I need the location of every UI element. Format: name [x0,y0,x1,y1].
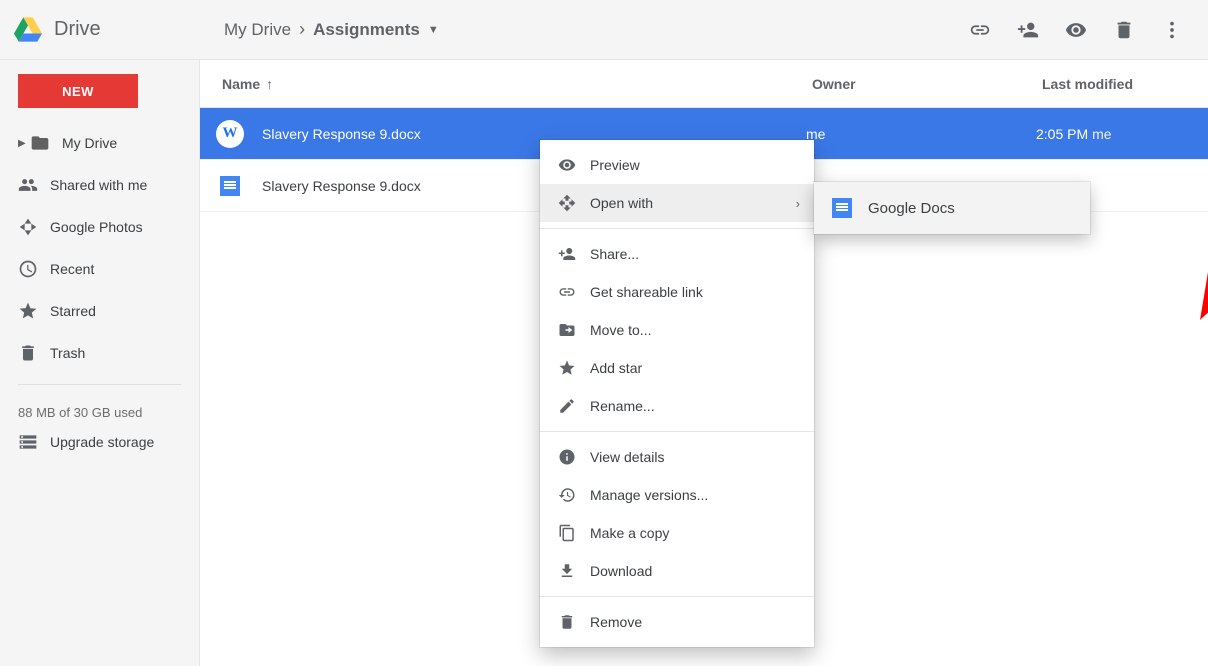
link-icon [558,283,590,301]
ctx-label: Download [590,563,652,579]
ctx-add-star[interactable]: Add star [540,349,814,387]
column-owner[interactable]: Owner [812,76,1042,92]
breadcrumb-dropdown-icon[interactable]: ▼ [428,24,439,36]
ctx-label: Manage versions... [590,487,708,503]
expand-icon[interactable]: ▶ [18,138,28,149]
open-with-submenu: Google Docs [814,182,1090,234]
sidebar-item-label: Shared with me [50,177,147,193]
column-modified[interactable]: Last modified [1042,76,1208,92]
ctx-view-details[interactable]: View details [540,438,814,476]
sidebar-item-shared[interactable]: Shared with me [0,164,199,206]
ctx-label: Make a copy [590,525,669,541]
sidebar-item-label: Google Photos [50,219,143,235]
docs-icon [212,168,248,204]
annotation-arrow [1180,260,1208,540]
ctx-label: Add star [590,360,642,376]
sidebar-item-label: My Drive [62,135,117,151]
sidebar: NEW ▶ My Drive Shared with me Google Pho… [0,60,200,666]
download-icon [558,562,590,580]
chevron-right-icon: › [299,19,305,40]
ctx-remove[interactable]: Remove [540,603,814,641]
star-icon [558,359,590,377]
drive-logo-icon [14,17,42,43]
ctx-label: Move to... [590,322,651,338]
logo-area[interactable]: Drive [14,17,200,43]
sidebar-item-label: Recent [50,261,94,277]
sidebar-item-recent[interactable]: Recent [0,248,199,290]
topbar-actions [958,8,1194,52]
eye-icon [558,156,590,174]
sidebar-item-trash[interactable]: Trash [0,332,199,374]
more-button[interactable] [1150,8,1194,52]
docs-icon [832,198,868,218]
file-owner: me [806,126,1036,142]
ctx-label: Rename... [590,398,655,414]
topbar: Drive My Drive › Assignments ▼ [0,0,1208,60]
ctx-label: View details [590,449,664,465]
ctx-label: Preview [590,157,640,173]
sidebar-item-starred[interactable]: Starred [0,290,199,332]
history-icon [558,486,590,504]
trash-icon [18,343,50,363]
ctx-make-copy[interactable]: Make a copy [540,514,814,552]
star-icon [18,301,50,321]
file-list-panel: Name↑ Owner Last modified W Slavery Resp… [200,60,1208,666]
share-button[interactable] [1006,8,1050,52]
ctx-label: Remove [590,614,642,630]
word-doc-icon: W [212,116,248,152]
folder-move-icon [558,321,590,339]
new-button[interactable]: NEW [18,74,138,108]
trash-icon [558,613,590,631]
info-icon [558,448,590,466]
delete-button[interactable] [1102,8,1146,52]
ctx-preview[interactable]: Preview [540,146,814,184]
ctx-get-link[interactable]: Get shareable link [540,273,814,311]
ctx-label: Open with [590,195,653,211]
upgrade-label: Upgrade storage [50,434,154,450]
person-add-icon [558,245,590,263]
sort-arrow-icon: ↑ [266,76,273,92]
column-name[interactable]: Name↑ [222,76,812,92]
submenu-label: Google Docs [868,200,955,217]
breadcrumb: My Drive › Assignments ▼ [224,19,439,40]
submenu-arrow-icon: › [796,196,800,211]
edit-icon [558,397,590,415]
ctx-manage-versions[interactable]: Manage versions... [540,476,814,514]
sidebar-item-photos[interactable]: Google Photos [0,206,199,248]
upgrade-storage-link[interactable]: Upgrade storage [0,432,199,452]
file-modified: 2:05 PMme [1036,126,1208,142]
ctx-label: Get shareable link [590,284,703,300]
ctx-download[interactable]: Download [540,552,814,590]
breadcrumb-parent[interactable]: My Drive [224,20,291,40]
open-with-icon [558,194,590,212]
sidebar-item-label: Starred [50,303,96,319]
list-header: Name↑ Owner Last modified [200,60,1208,108]
ctx-label: Share... [590,246,639,262]
preview-button[interactable] [1054,8,1098,52]
get-link-button[interactable] [958,8,1002,52]
sidebar-item-label: Trash [50,345,85,361]
sidebar-item-my-drive[interactable]: ▶ My Drive [0,122,199,164]
brand-text: Drive [54,18,101,41]
clock-icon [18,259,50,279]
ctx-move-to[interactable]: Move to... [540,311,814,349]
folder-icon [30,133,62,153]
submenu-google-docs[interactable]: Google Docs [814,182,1090,234]
ctx-share[interactable]: Share... [540,235,814,273]
photos-icon [18,217,50,237]
people-icon [18,175,50,195]
copy-icon [558,524,590,542]
breadcrumb-current[interactable]: Assignments [313,20,420,40]
storage-text: 88 MB of 30 GB used [0,395,199,432]
ctx-rename[interactable]: Rename... [540,387,814,425]
ctx-open-with[interactable]: Open with › [540,184,814,222]
storage-icon [18,432,50,452]
context-menu: Preview Open with › Share... Get shareab… [540,140,814,647]
